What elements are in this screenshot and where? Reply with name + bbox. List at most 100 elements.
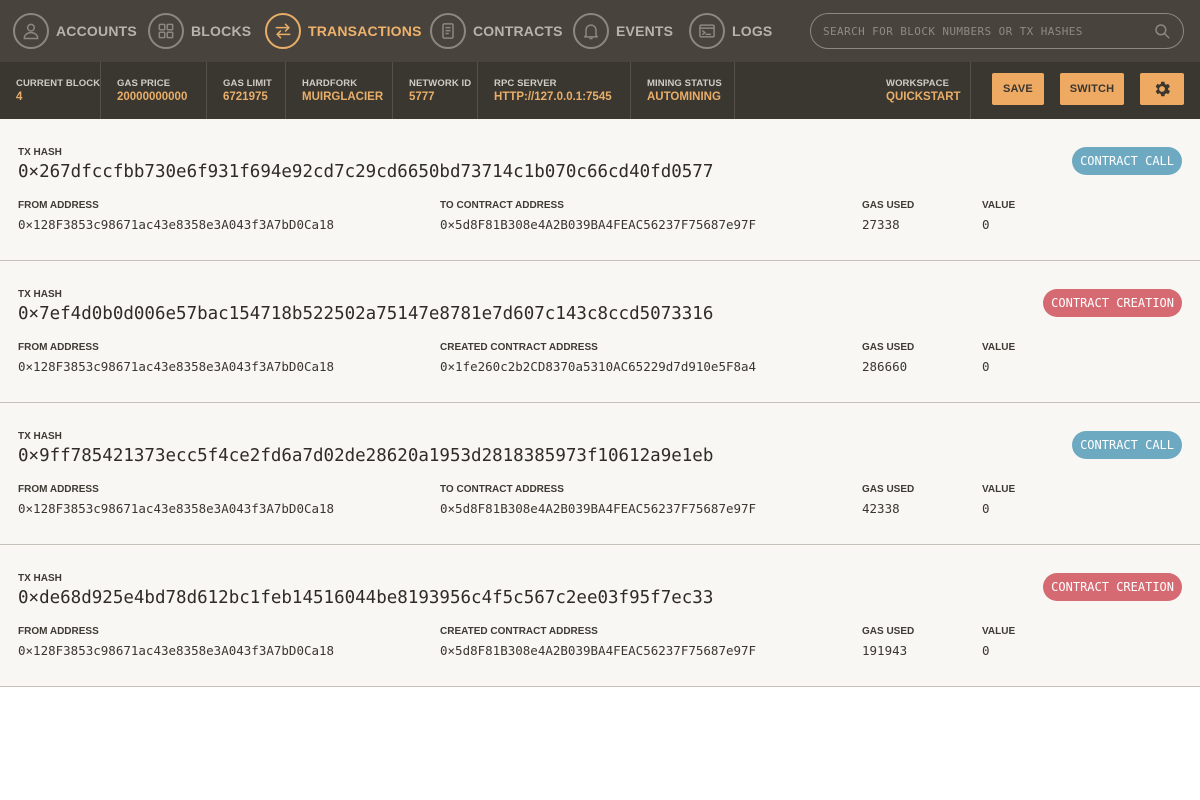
search-input[interactable]: [823, 24, 1153, 38]
to-address-field: TO CONTRACT ADDRESS 0×5d8F81B308e4A2B039…: [440, 200, 756, 232]
mining-status-stat: MINING STATUS AUTOMINING: [631, 62, 735, 119]
value-value: 0: [982, 359, 990, 374]
value-field: VALUE 0: [982, 342, 1015, 374]
tx-hash-label: TX HASH: [18, 289, 62, 300]
value-value: 0: [982, 501, 990, 516]
nav-blocks-label: BLOCKS: [191, 23, 252, 39]
from-address-value: 0×128F3853c98671ac43e8358e3A043f3A7bD0Ca…: [18, 359, 335, 374]
gas-used-label: GAS USED: [862, 200, 915, 211]
from-address-value: 0×128F3853c98671ac43e8358e3A043f3A7bD0Ca…: [18, 643, 335, 658]
nav-contracts-label: CONTRACTS: [473, 23, 563, 39]
gas-limit-stat: GAS LIMIT 6721975: [207, 62, 286, 119]
gas-used-value: 286660: [862, 359, 908, 374]
gas-used-value: 191943: [862, 643, 908, 658]
value-field: VALUE 0: [982, 200, 1015, 232]
gas-used-field: GAS USED 286660: [862, 342, 914, 374]
gas-used-label: GAS USED: [862, 484, 915, 495]
settings-button[interactable]: [1140, 73, 1184, 105]
gas-price-label: GAS PRICE: [117, 78, 171, 89]
transaction-row[interactable]: TX HASH 0×267dfccfbb730e6f931f694e92cd7c…: [0, 119, 1200, 261]
switch-button[interactable]: SWITCH: [1060, 73, 1124, 105]
workspace-stat: WORKSPACE QUICKSTART: [870, 62, 971, 119]
current-block-stat: CURRENT BLOCK 4: [0, 62, 101, 119]
to-address-value: 0×5d8F81B308e4A2B039BA4FEAC56237F75687e9…: [440, 217, 757, 232]
value-value: 0: [982, 643, 990, 658]
bell-icon: [573, 13, 609, 49]
value-value: 0: [982, 217, 990, 232]
created-contract-label: CREATED CONTRACT ADDRESS: [440, 342, 598, 353]
value-field: VALUE 0: [982, 484, 1015, 516]
gas-used-label: GAS USED: [862, 342, 915, 353]
from-address-label: FROM ADDRESS: [18, 342, 99, 353]
mining-status-label: MINING STATUS: [647, 78, 722, 89]
gas-limit-label: GAS LIMIT: [223, 78, 272, 89]
gas-limit-value: 6721975: [223, 91, 268, 103]
to-address-value: 0×5d8F81B308e4A2B039BA4FEAC56237F75687e9…: [440, 501, 757, 516]
created-contract-label: CREATED CONTRACT ADDRESS: [440, 626, 598, 637]
gas-price-value: 20000000000: [117, 91, 188, 103]
rpc-server-label: RPC SERVER: [494, 78, 557, 89]
nav-contracts[interactable]: CONTRACTS: [430, 13, 563, 49]
created-contract-field: CREATED CONTRACT ADDRESS 0×5d8F81B308e4A…: [440, 626, 756, 658]
gas-used-value: 27338: [862, 217, 900, 232]
tx-type-badge: CONTRACT CALL: [1072, 147, 1182, 175]
nav-accounts[interactable]: ACCOUNTS: [13, 13, 137, 49]
from-address-field: FROM ADDRESS 0×128F3853c98671ac43e8358e3…: [18, 626, 334, 658]
top-navigation: ACCOUNTS BLOCKS TRANSACTIONS CONTRACTS E…: [0, 0, 1200, 62]
value-label: VALUE: [982, 626, 1016, 637]
from-address-value: 0×128F3853c98671ac43e8358e3A043f3A7bD0Ca…: [18, 501, 335, 516]
tx-type-badge: CONTRACT CALL: [1072, 431, 1182, 459]
created-contract-value: 0×5d8F81B308e4A2B039BA4FEAC56237F75687e9…: [440, 643, 757, 658]
search-bar: [810, 13, 1184, 49]
tx-hash: 0×7ef4d0b0d006e57bac154718b522502a75147e…: [18, 304, 714, 324]
nav-accounts-label: ACCOUNTS: [56, 23, 137, 39]
nav-transactions[interactable]: TRANSACTIONS: [265, 13, 422, 49]
transaction-row[interactable]: TX HASH 0×de68d925e4bd78d612bc1feb145160…: [0, 545, 1200, 687]
blocks-icon: [148, 13, 184, 49]
nav-blocks[interactable]: BLOCKS: [148, 13, 251, 49]
nav-events-label: EVENTS: [616, 23, 674, 39]
gear-icon: [1155, 81, 1170, 97]
gas-used-field: GAS USED 27338: [862, 200, 914, 232]
network-id-stat: NETWORK ID 5777: [393, 62, 478, 119]
from-address-label: FROM ADDRESS: [18, 626, 99, 637]
nav-transactions-label: TRANSACTIONS: [308, 23, 422, 39]
hardfork-stat: HARDFORK MUIRGLACIER: [286, 62, 393, 119]
gas-price-stat: GAS PRICE 20000000000: [101, 62, 207, 119]
transactions-icon: [265, 13, 301, 49]
search-icon[interactable]: [1153, 22, 1171, 40]
created-contract-value: 0×1fe260c2b2CD8370a5310AC65229d7d910e5F8…: [440, 359, 757, 374]
nav-events[interactable]: EVENTS: [573, 13, 673, 49]
tx-hash-label: TX HASH: [18, 431, 62, 442]
tx-type-badge: CONTRACT CREATION: [1043, 289, 1182, 317]
tx-hash: 0×de68d925e4bd78d612bc1feb14516044be8193…: [18, 588, 714, 608]
terminal-icon: [689, 13, 725, 49]
from-address-label: FROM ADDRESS: [18, 200, 99, 211]
gas-used-value: 42338: [862, 501, 900, 516]
hardfork-value: MUIRGLACIER: [302, 91, 384, 103]
value-label: VALUE: [982, 200, 1016, 211]
tx-hash-label: TX HASH: [18, 573, 62, 584]
save-button[interactable]: SAVE: [992, 73, 1044, 105]
transaction-row[interactable]: TX HASH 0×7ef4d0b0d006e57bac154718b52250…: [0, 261, 1200, 403]
rpc-server-value: HTTP://127.0.0.1:7545: [494, 91, 612, 103]
to-address-label: TO CONTRACT ADDRESS: [440, 484, 564, 495]
to-address-field: TO CONTRACT ADDRESS 0×5d8F81B308e4A2B039…: [440, 484, 756, 516]
from-address-label: FROM ADDRESS: [18, 484, 99, 495]
value-label: VALUE: [982, 484, 1016, 495]
to-address-label: TO CONTRACT ADDRESS: [440, 200, 564, 211]
transaction-list: TX HASH 0×267dfccfbb730e6f931f694e92cd7c…: [0, 119, 1200, 687]
gas-used-field: GAS USED 42338: [862, 484, 914, 516]
from-address-field: FROM ADDRESS 0×128F3853c98671ac43e8358e3…: [18, 200, 334, 232]
from-address-value: 0×128F3853c98671ac43e8358e3A043f3A7bD0Ca…: [18, 217, 335, 232]
value-field: VALUE 0: [982, 626, 1015, 658]
rpc-server-stat: RPC SERVER HTTP://127.0.0.1:7545: [478, 62, 631, 119]
hardfork-label: HARDFORK: [302, 78, 358, 89]
transaction-row[interactable]: TX HASH 0×9ff785421373ecc5f4ce2fd6a7d02d…: [0, 403, 1200, 545]
tx-hash: 0×9ff785421373ecc5f4ce2fd6a7d02de28620a1…: [18, 446, 714, 466]
contracts-icon: [430, 13, 466, 49]
network-id-value: 5777: [409, 91, 435, 103]
current-block-value: 4: [16, 91, 23, 103]
nav-logs[interactable]: LOGS: [689, 13, 772, 49]
tx-hash-label: TX HASH: [18, 147, 62, 158]
